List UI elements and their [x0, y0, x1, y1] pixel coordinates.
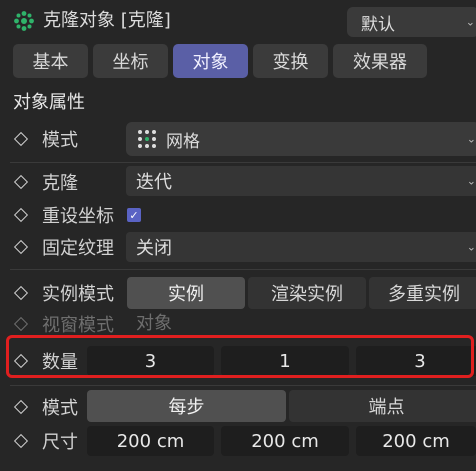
instance-mode-option-multi-instance[interactable]: 多重实例: [369, 277, 476, 309]
chevron-down-icon: ⌄: [465, 15, 475, 29]
tab-object[interactable]: 对象: [173, 44, 248, 78]
clone-label: 克隆: [42, 173, 78, 194]
keyframe-diamond-icon[interactable]: [13, 399, 29, 415]
keyframe-diamond-icon[interactable]: [13, 174, 29, 190]
size-z-value: 200 cm: [382, 430, 450, 452]
size-x-input[interactable]: 200 cm: [87, 426, 214, 456]
keyframe-diamond-icon[interactable]: [13, 285, 29, 301]
fixed-texture-label-row: 固定纹理: [13, 233, 114, 261]
tab-effectors[interactable]: 效果器: [333, 44, 427, 78]
reset-coords-label-row: 重设坐标: [13, 201, 114, 229]
fixed-texture-value: 关闭: [136, 238, 172, 259]
keyframe-diamond-icon[interactable]: [13, 207, 29, 223]
reset-coords-checkbox[interactable]: ✓: [127, 208, 141, 222]
size-x-value: 200 cm: [116, 430, 185, 452]
keyframe-diamond-icon[interactable]: [13, 131, 29, 147]
object-title: 克隆对象 [克隆]: [43, 10, 171, 31]
size-y-input[interactable]: 200 cm: [221, 426, 349, 456]
section-title: 对象属性: [13, 92, 85, 113]
clone-dropdown[interactable]: 迭代 ⌄: [126, 166, 476, 196]
grid-mode-option-endpoint[interactable]: 端点: [289, 390, 476, 422]
mode-label-row: 模式: [13, 125, 78, 153]
divider: [10, 269, 476, 270]
tab-basic[interactable]: 基本: [13, 44, 88, 78]
clone-label-row: 克隆: [13, 168, 78, 196]
mode-dropdown[interactable]: 网格 ⌄: [126, 122, 476, 156]
chevron-down-icon: ⌄: [466, 240, 476, 254]
instance-mode-option-instance[interactable]: 实例: [127, 277, 245, 309]
instance-mode-label-row: 实例模式: [13, 279, 114, 307]
option-label: 多重实例: [388, 284, 460, 305]
size-label-row: 尺寸: [13, 427, 78, 455]
divider: [10, 162, 476, 163]
cloner-icon: [13, 10, 35, 32]
instance-mode-label: 实例模式: [42, 284, 114, 305]
grid-icon: [138, 130, 156, 148]
option-label: 每步: [168, 397, 205, 418]
grid-mode-option-per-step[interactable]: 每步: [87, 390, 286, 422]
option-label: 渲染实例: [271, 284, 343, 305]
grid-mode-label: 模式: [42, 398, 78, 419]
fixed-texture-dropdown[interactable]: 关闭 ⌄: [126, 232, 476, 262]
tab-label: 坐标: [112, 52, 149, 73]
instance-mode-option-render-instance[interactable]: 渲染实例: [248, 277, 366, 309]
reset-coords-label: 重设坐标: [42, 206, 114, 227]
fixed-texture-label: 固定纹理: [42, 238, 114, 259]
tab-label: 对象: [192, 52, 229, 73]
tab-label: 变换: [272, 52, 309, 73]
tab-label: 基本: [32, 52, 69, 73]
viewport-mode-value: 对象: [136, 313, 172, 334]
option-label: 实例: [168, 284, 204, 305]
size-label: 尺寸: [42, 432, 78, 453]
clone-value: 迭代: [136, 172, 172, 193]
viewport-mode-label-row: 视窗模式: [13, 312, 114, 336]
count-highlight-box: [6, 335, 474, 378]
grid-mode-label-row: 模式: [13, 393, 78, 421]
tab-coords[interactable]: 坐标: [93, 44, 168, 78]
mode-label: 模式: [42, 130, 78, 151]
chevron-down-icon: ⌄: [466, 132, 476, 146]
keyframe-diamond-icon[interactable]: [13, 239, 29, 255]
divider: [10, 385, 476, 386]
viewport-mode-label: 视窗模式: [42, 315, 114, 336]
tab-label: 效果器: [353, 52, 407, 73]
tab-transform[interactable]: 变换: [253, 44, 328, 78]
keyframe-diamond-icon: [13, 316, 29, 332]
keyframe-diamond-icon[interactable]: [13, 433, 29, 449]
preset-dropdown[interactable]: 默认 ⌄: [347, 7, 476, 37]
option-label: 端点: [368, 397, 405, 418]
size-y-value: 200 cm: [251, 430, 319, 452]
mode-value: 网格: [166, 131, 200, 152]
chevron-down-icon: ⌄: [466, 174, 476, 188]
preset-value: 默认: [361, 14, 395, 35]
size-z-input[interactable]: 200 cm: [356, 426, 476, 456]
